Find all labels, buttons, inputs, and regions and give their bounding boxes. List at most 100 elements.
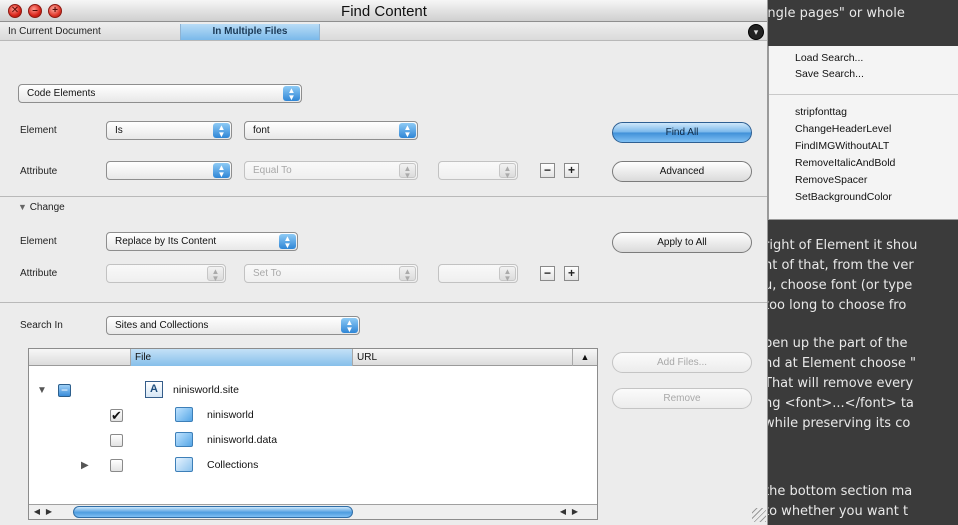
add-files-button[interactable]: Add Files... [612,352,752,373]
element-operator-value: Is [115,125,123,136]
attribute-value-combo[interactable]: ▲ ▼ [438,161,518,180]
folder-icon [175,407,193,422]
divider [0,196,767,197]
scroll-thumb[interactable] [73,506,353,518]
row-name: ninisworld.site [173,384,239,396]
attribute-name-combo[interactable]: ▲ ▼ [106,161,232,180]
background-text-line: nd at Element choose " [764,356,916,371]
change-section-label: Change [29,202,65,213]
saved-search-menu: Load Search... Save Search... stripfontt… [768,46,958,220]
change-attribute-name-combo[interactable]: ▲ ▼ [106,264,226,283]
popup-arrows-icon: ▲ ▼ [279,234,296,250]
row-name: ninisworld.data [207,434,278,446]
row-name: Collections [207,459,259,471]
search-in-select[interactable]: Sites and Collections ▲ ▼ [106,316,360,335]
menu-item-saved-query[interactable]: stripfonttag [795,106,847,118]
menu-separator [769,94,958,95]
action-menu-icon[interactable]: ▾ [748,24,764,40]
row-checkbox[interactable]: ✔ [110,409,123,422]
find-all-button[interactable]: Find All [612,122,752,143]
column-header-blank [29,349,131,366]
find-content-window: ✕ – + Find Content In Current Document I… [0,0,768,525]
search-type-value: Code Elements [27,88,96,99]
triangle-down-icon[interactable]: ▼ [37,385,47,396]
popup-arrows-icon: ▲ ▼ [499,266,516,282]
remove-criterion-button[interactable]: − [540,163,555,178]
row-checkbox[interactable] [110,459,123,472]
popup-arrows-icon: ▲ ▼ [399,266,416,282]
scroll-left-icon[interactable]: ◀ [31,506,43,518]
menu-item-saved-query[interactable]: RemoveItalicAndBold [795,157,895,169]
popup-arrows-icon: ▲ ▼ [213,123,230,139]
change-attribute-operator-select[interactable]: Set To ▲ ▼ [244,264,418,283]
column-header-url[interactable]: URL [353,349,573,366]
popup-arrows-icon: ▲ ▼ [399,163,416,179]
background-text-line: too long to choose fro [764,298,907,313]
menu-item-save-search[interactable]: Save Search... [795,68,864,80]
element-operator-select[interactable]: Is ▲ ▼ [106,121,232,140]
background-text-line: right of Element it shou [764,238,918,253]
add-criterion-button[interactable]: + [564,163,579,178]
background-text-line: u, choose font (or type [764,278,913,293]
background-text-line: That will remove every [764,376,914,391]
add-change-criterion-button[interactable]: + [564,266,579,281]
popup-arrows-icon: ▲ ▼ [499,163,516,179]
menu-item-saved-query[interactable]: RemoveSpacer [795,174,867,186]
change-attribute-value-combo[interactable]: ▲ ▼ [438,264,518,283]
title-bar: ✕ – + Find Content [0,0,767,22]
background-text-line: the bottom section ma [764,484,913,499]
table-row[interactable]: ▶ Collections [29,456,597,481]
remove-change-criterion-button[interactable]: − [540,266,555,281]
element-name-value: font [253,125,270,136]
menu-item-saved-query[interactable]: ChangeHeaderLevel [795,123,891,135]
apply-to-all-button[interactable]: Apply to All [612,232,752,253]
background-text-line: ht of that, from the ver [764,258,914,273]
row-checkbox[interactable] [110,434,123,447]
scroll-left-icon[interactable]: ◀ [557,506,569,518]
table-header: File URL ▲ [29,349,597,366]
sort-arrow-icon[interactable]: ▲ [573,349,597,366]
element-label: Element [20,125,57,136]
advanced-button[interactable]: Advanced [612,161,752,182]
search-in-label: Search In [20,320,63,331]
search-in-value: Sites and Collections [115,320,209,331]
background-text-line: to whether you want t [764,504,909,519]
background-text-line: pen up the part of the [764,336,908,351]
menu-item-saved-query[interactable]: FindIMGWithoutALT [795,140,889,152]
attribute-operator-value: Equal To [253,165,292,176]
remove-button[interactable]: Remove [612,388,752,409]
menu-item-saved-query[interactable]: SetBackgroundColor [795,191,892,203]
change-section-toggle[interactable]: ▼ Change [18,202,65,213]
element-name-combo[interactable]: font ▲ ▼ [244,121,418,140]
tab-in-multiple-files[interactable]: In Multiple Files [180,24,320,40]
table-row[interactable]: ✔ ninisworld [29,406,597,431]
change-action-select[interactable]: Replace by Its Content ▲ ▼ [106,232,298,251]
background-text-line: ng <font>...</font> ta [764,396,914,411]
attribute-operator-select[interactable]: Equal To ▲ ▼ [244,161,418,180]
column-header-file[interactable]: File [131,349,353,366]
search-type-select[interactable]: Code Elements ▲ ▼ [18,84,302,103]
background-text-line: while preserving its co [764,416,911,431]
horizontal-scrollbar[interactable]: ◀ ▶ ◀ ▶ [29,504,597,519]
change-attribute-operator-value: Set To [253,268,282,279]
tab-in-current-document[interactable]: In Current Document [2,24,180,40]
triangle-right-icon[interactable]: ▶ [81,460,89,471]
tab-bar: In Current Document In Multiple Files [0,23,767,41]
folder-icon [175,432,193,447]
menu-item-load-search[interactable]: Load Search... [795,52,863,64]
folder-icon [175,457,193,472]
resize-grip-icon[interactable] [752,508,766,522]
table-row[interactable]: ninisworld.data [29,431,597,456]
site-file-icon: A [145,381,163,398]
popup-arrows-icon: ▲ ▼ [283,86,300,102]
files-table: File URL ▲ ▼ − A ninisworld.site ✔ ninis… [28,348,598,520]
change-element-label: Element [20,236,57,247]
scroll-right-icon[interactable]: ▶ [569,506,581,518]
row-checkbox[interactable]: − [58,384,71,397]
popup-arrows-icon: ▲ ▼ [399,123,416,139]
triangle-down-icon: ▼ [18,202,27,212]
popup-arrows-icon: ▲ ▼ [341,318,358,334]
popup-arrows-icon: ▲ ▼ [207,266,224,282]
table-row[interactable]: ▼ − A ninisworld.site [29,381,597,406]
scroll-right-icon[interactable]: ▶ [43,506,55,518]
